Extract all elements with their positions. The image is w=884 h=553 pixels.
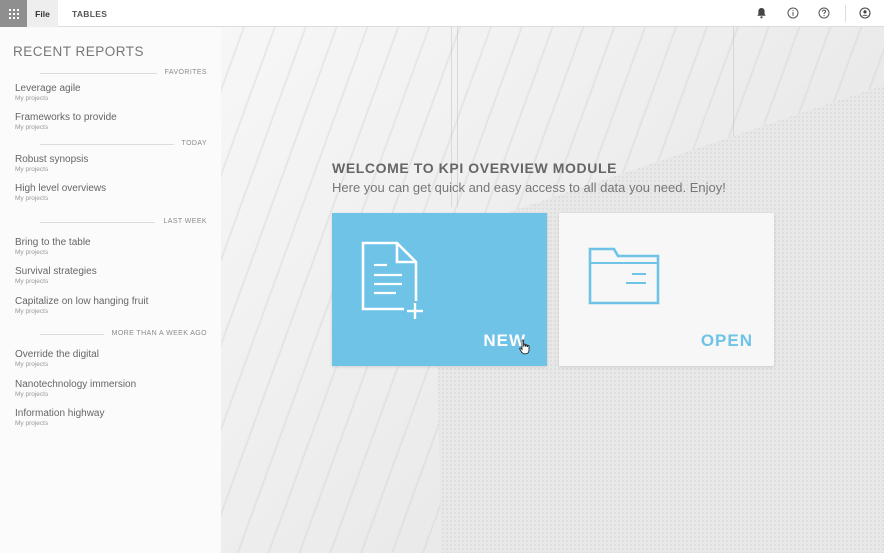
report-title: Robust synopsis — [15, 154, 89, 165]
report-item[interactable]: High level overviews My projects — [15, 183, 210, 203]
report-item[interactable]: Nanotechnology immersion My projects — [15, 379, 210, 399]
report-subtitle: My projects — [15, 308, 49, 315]
new-report-card[interactable]: NEW — [332, 213, 547, 366]
report-item[interactable]: Bring to the table My projects — [15, 237, 210, 257]
report-item[interactable]: Robust synopsis My projects — [15, 154, 210, 174]
report-item[interactable]: Frameworks to provide My projects — [15, 112, 210, 132]
recent-reports-sidebar: RECENT REPORTS FAVORITES Leverage agile … — [0, 27, 221, 553]
open-report-card[interactable]: OPEN — [559, 213, 774, 366]
folder-icon — [588, 247, 660, 305]
welcome-subtitle: Here you can get quick and easy access t… — [332, 180, 726, 195]
report-subtitle: My projects — [15, 278, 49, 285]
main-background — [221, 27, 884, 553]
bell-icon — [756, 8, 766, 19]
report-subtitle: My projects — [15, 420, 49, 427]
help-button[interactable] — [817, 6, 831, 20]
user-icon — [859, 7, 871, 19]
report-subtitle: My projects — [15, 249, 49, 256]
report-title: Survival strategies — [15, 266, 97, 277]
notifications-button[interactable] — [754, 6, 768, 20]
info-icon — [787, 7, 799, 19]
info-button[interactable] — [786, 6, 800, 20]
report-item[interactable]: Capitalize on low hanging fruit My proje… — [15, 296, 210, 316]
section-header-favorites: FAVORITES — [40, 68, 207, 78]
report-subtitle: My projects — [15, 391, 49, 398]
report-title: Nanotechnology immersion — [15, 379, 137, 390]
welcome-title: WELCOME TO KPI OVERVIEW MODULE — [332, 160, 618, 176]
report-title: High level overviews — [15, 183, 107, 194]
tab-tables[interactable]: TABLES — [72, 0, 107, 27]
section-label: FAVORITES — [156, 68, 207, 78]
hand-cursor-icon — [519, 339, 530, 355]
report-item[interactable]: Leverage agile My projects — [15, 83, 210, 103]
report-item[interactable]: Survival strategies My projects — [15, 266, 210, 286]
tab-file[interactable]: File — [27, 0, 58, 27]
help-icon — [818, 7, 830, 19]
section-label: LAST WEEK — [155, 217, 207, 227]
report-title: Frameworks to provide — [15, 112, 117, 123]
report-title: Capitalize on low hanging fruit — [15, 296, 149, 307]
user-account-button[interactable] — [858, 6, 872, 20]
toolbar-divider — [845, 5, 846, 22]
report-subtitle: My projects — [15, 166, 49, 173]
open-label: OPEN — [700, 331, 753, 350]
report-subtitle: My projects — [15, 124, 49, 131]
top-bar: File TABLES — [0, 0, 884, 27]
report-item[interactable]: Information highway My projects — [15, 408, 210, 428]
section-header-older: MORE THAN A WEEK AGO — [40, 329, 207, 339]
report-item[interactable]: Override the digital My projects — [15, 349, 210, 369]
report-subtitle: My projects — [15, 95, 49, 102]
sidebar-title: RECENT REPORTS — [13, 44, 145, 59]
apps-grid-icon — [8, 8, 19, 19]
new-document-icon — [361, 241, 423, 319]
report-title: Leverage agile — [15, 83, 81, 94]
section-header-today: TODAY — [40, 139, 207, 149]
report-title: Override the digital — [15, 349, 99, 360]
apps-menu-button[interactable] — [0, 0, 27, 27]
section-header-last-week: LAST WEEK — [40, 217, 207, 227]
report-title: Bring to the table — [15, 237, 91, 248]
report-subtitle: My projects — [15, 361, 49, 368]
report-title: Information highway — [15, 408, 105, 419]
section-label: TODAY — [173, 139, 207, 149]
report-subtitle: My projects — [15, 195, 49, 202]
section-label: MORE THAN A WEEK AGO — [103, 329, 207, 339]
